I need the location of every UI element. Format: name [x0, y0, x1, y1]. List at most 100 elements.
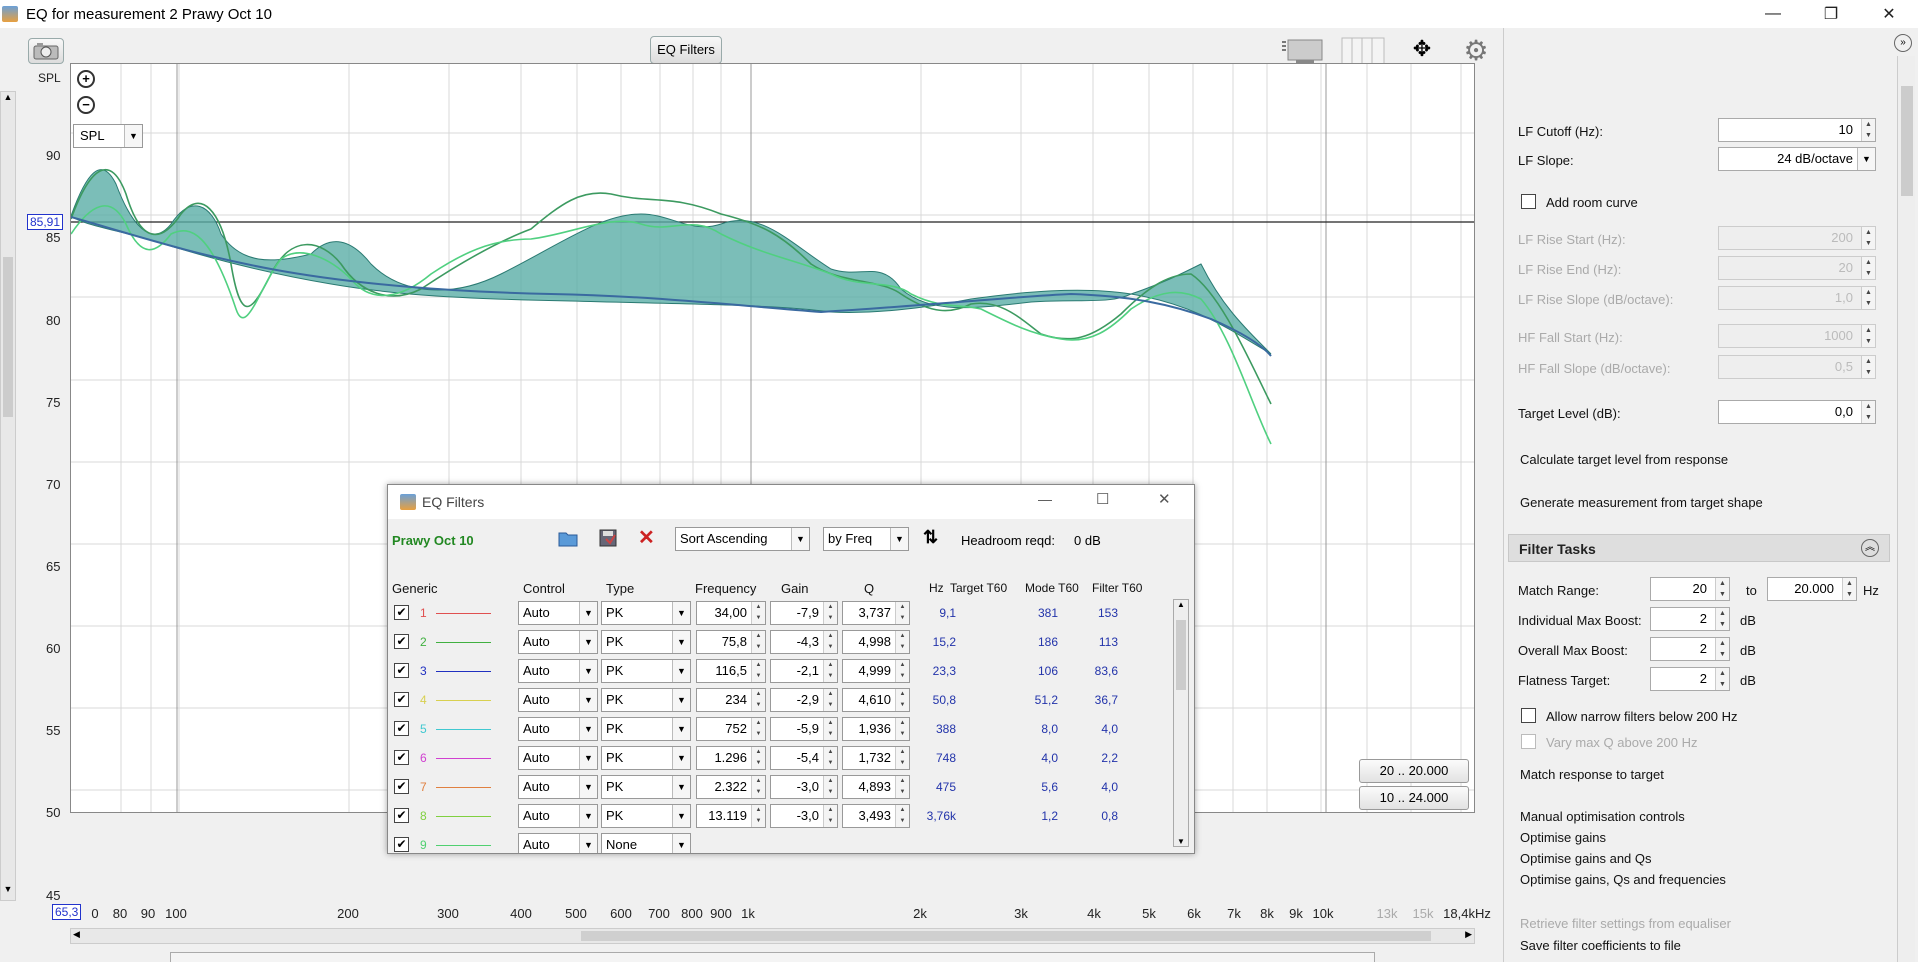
filter-frequency-input[interactable]: 75,8 ▲ ▼	[696, 630, 766, 654]
filter-type-select[interactable]: PK ▼	[601, 601, 691, 625]
zoom-in-icon[interactable]: +	[77, 70, 95, 88]
allow-narrow-filters-checkbox[interactable]	[1521, 708, 1536, 723]
flatness-target-input[interactable]: 2 ▲ ▼	[1650, 667, 1730, 691]
save-icon[interactable]	[598, 529, 618, 547]
match-range-to-input[interactable]: 20.000 ▲ ▼	[1767, 577, 1857, 601]
individual-max-boost-input[interactable]: 2 ▲ ▼	[1650, 607, 1730, 631]
filter-enabled-checkbox[interactable]: ✔	[394, 721, 409, 736]
target-level-input[interactable]: 0,0 ▲ ▼	[1718, 400, 1876, 424]
open-folder-icon[interactable]	[558, 529, 578, 547]
filter-q-input[interactable]: 4,893 ▲ ▼	[842, 775, 910, 799]
filter-q-input[interactable]: 3,737 ▲ ▼	[842, 601, 910, 625]
lf-rise-end-input[interactable]: 20 ▲ ▼	[1718, 256, 1876, 280]
layout-icon[interactable]	[1280, 36, 1326, 66]
filter-control-select[interactable]: Auto ▼	[518, 630, 598, 654]
generate-measurement-button[interactable]: Generate measurement from target shape	[1520, 495, 1763, 510]
manual-optimisation-button[interactable]: Manual optimisation controls	[1520, 809, 1685, 824]
hf-fall-slope-input[interactable]: 0,5 ▲ ▼	[1718, 355, 1876, 379]
filter-gain-input[interactable]: -5,4 ▲ ▼	[770, 746, 838, 770]
filter-q-input[interactable]: 1,732 ▲ ▼	[842, 746, 910, 770]
match-range-from-input[interactable]: 20 ▲ ▼	[1650, 577, 1730, 601]
lf-cutoff-input[interactable]: 10 ▲ ▼	[1718, 118, 1876, 142]
filter-enabled-checkbox[interactable]: ✔	[394, 779, 409, 794]
dialog-minimize-button[interactable]: —	[1038, 491, 1052, 507]
filter-enabled-checkbox[interactable]: ✔	[394, 808, 409, 823]
filter-control-select[interactable]: Auto ▼	[518, 688, 598, 712]
hf-fall-start-input[interactable]: 1000 ▲ ▼	[1718, 324, 1876, 348]
horizontal-scrollbar[interactable]: ◀ ▶	[70, 928, 1475, 944]
filter-tasks-header[interactable]: Filter Tasks ︽	[1508, 534, 1890, 562]
dialog-close-button[interactable]: ✕	[1158, 490, 1171, 508]
close-button[interactable]: ✕	[1860, 0, 1918, 28]
collapse-up-icon[interactable]: ︽	[1861, 539, 1879, 557]
filter-gain-input[interactable]: -5,9 ▲ ▼	[770, 717, 838, 741]
filter-gain-input[interactable]: -3,0 ▲ ▼	[770, 775, 838, 799]
filter-control-select[interactable]: Auto ▼	[518, 717, 598, 741]
optimise-gains-qs-freqs-button[interactable]: Optimise gains, Qs and frequencies	[1520, 872, 1726, 887]
sort-order-select[interactable]: Sort Ascending ▼	[675, 527, 810, 551]
filter-control-select[interactable]: Auto ▼	[518, 659, 598, 683]
filter-type-select[interactable]: PK ▼	[601, 717, 691, 741]
filter-q-input[interactable]: 3,493 ▲ ▼	[842, 804, 910, 828]
filter-frequency-input[interactable]: 1.296 ▲ ▼	[696, 746, 766, 770]
camera-icon[interactable]	[28, 38, 64, 64]
range-button-20-20000[interactable]: 20 .. 20.000	[1359, 759, 1469, 783]
filter-enabled-checkbox[interactable]: ✔	[394, 605, 409, 620]
optimise-gains-button[interactable]: Optimise gains	[1520, 830, 1606, 845]
filter-frequency-input[interactable]: 234 ▲ ▼	[696, 688, 766, 712]
filter-gain-input[interactable]: -2,1 ▲ ▼	[770, 659, 838, 683]
filter-frequency-input[interactable]: 13.119 ▲ ▼	[696, 804, 766, 828]
gear-icon[interactable]: ⚙	[1460, 34, 1492, 66]
filter-gain-input[interactable]: -3,0 ▲ ▼	[770, 804, 838, 828]
vary-max-q-checkbox[interactable]	[1521, 734, 1536, 749]
filter-type-select[interactable]: PK ▼	[601, 746, 691, 770]
dialog-maximize-button[interactable]: ☐	[1096, 490, 1109, 508]
collapse-panel-icon[interactable]: »	[1894, 34, 1912, 52]
filter-type-select[interactable]: PK ▼	[601, 775, 691, 799]
delete-icon[interactable]: ✕	[638, 525, 655, 550]
zoom-out-icon[interactable]: −	[77, 96, 95, 114]
overall-max-boost-input[interactable]: 2 ▲ ▼	[1650, 637, 1730, 661]
filter-gain-input[interactable]: -7,9 ▲ ▼	[770, 601, 838, 625]
filter-q-input[interactable]: 4,610 ▲ ▼	[842, 688, 910, 712]
filter-enabled-checkbox[interactable]: ✔	[394, 663, 409, 678]
range-button-10-24000[interactable]: 10 .. 24.000	[1359, 786, 1469, 810]
filter-control-select[interactable]: Auto ▼	[518, 601, 598, 625]
filter-type-select[interactable]: PK ▼	[601, 688, 691, 712]
filter-type-select[interactable]: PK ▼	[601, 630, 691, 654]
filter-q-input[interactable]: 4,998 ▲ ▼	[842, 630, 910, 654]
match-response-button[interactable]: Match response to target	[1520, 767, 1664, 782]
filter-control-select[interactable]: Auto ▼	[518, 746, 598, 770]
filter-control-select[interactable]: Auto ▼	[518, 804, 598, 828]
lf-slope-select[interactable]: 24 dB/octave ▼	[1718, 147, 1876, 171]
columns-icon[interactable]	[1340, 36, 1386, 66]
optimise-gains-qs-button[interactable]: Optimise gains and Qs	[1520, 851, 1652, 866]
filter-type-select[interactable]: None ▼	[601, 833, 691, 853]
filter-enabled-checkbox[interactable]: ✔	[394, 692, 409, 707]
lf-rise-slope-input[interactable]: 1,0 ▲ ▼	[1718, 286, 1876, 310]
filter-frequency-input[interactable]: 116,5 ▲ ▼	[696, 659, 766, 683]
save-filter-coefficients-button[interactable]: Save filter coefficients to file	[1520, 938, 1681, 953]
add-room-curve-checkbox[interactable]	[1521, 194, 1536, 209]
move-icon[interactable]: ✥	[1400, 36, 1444, 66]
retrieve-filter-settings-button[interactable]: Retrieve filter settings from equaliser	[1520, 916, 1731, 931]
filter-frequency-input[interactable]: 2.322 ▲ ▼	[696, 775, 766, 799]
vertical-scrollbar[interactable]: ▲ ▼	[0, 91, 16, 901]
minimize-button[interactable]: —	[1744, 0, 1802, 28]
filter-frequency-input[interactable]: 34,00 ▲ ▼	[696, 601, 766, 625]
filter-enabled-checkbox[interactable]: ✔	[394, 634, 409, 649]
lf-rise-start-input[interactable]: 200 ▲ ▼	[1718, 226, 1876, 250]
dialog-scrollbar[interactable]: ▲ ▼	[1173, 599, 1189, 847]
sort-toggle-icon[interactable]: ⇅	[923, 527, 938, 548]
panel-scrollbar[interactable]	[1897, 56, 1915, 962]
filter-type-select[interactable]: PK ▼	[601, 804, 691, 828]
filter-frequency-input[interactable]: 752 ▲ ▼	[696, 717, 766, 741]
filter-control-select[interactable]: Auto ▼	[518, 833, 598, 853]
filter-enabled-checkbox[interactable]: ✔	[394, 750, 409, 765]
filter-control-select[interactable]: Auto ▼	[518, 775, 598, 799]
spl-select[interactable]: SPL ▼	[73, 124, 143, 148]
filter-type-select[interactable]: PK ▼	[601, 659, 691, 683]
maximize-button[interactable]: ❐	[1802, 0, 1860, 28]
calc-target-level-button[interactable]: Calculate target level from response	[1520, 452, 1728, 467]
filter-q-input[interactable]: 1,936 ▲ ▼	[842, 717, 910, 741]
